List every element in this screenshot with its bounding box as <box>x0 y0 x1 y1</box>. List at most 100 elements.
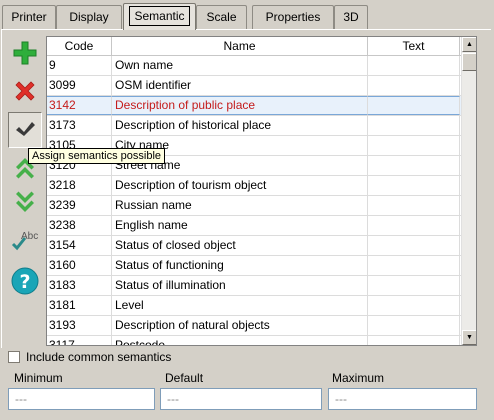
tab-printer[interactable]: Printer <box>2 5 56 29</box>
include-common-label: Include common semantics <box>26 350 172 364</box>
cell-text[interactable] <box>368 276 460 295</box>
cell-text[interactable] <box>368 196 460 215</box>
table-row[interactable]: 3183 Status of illumination <box>47 276 461 296</box>
tab-semantic[interactable]: Semantic <box>123 3 196 30</box>
minimum-field[interactable]: --- <box>8 388 155 410</box>
cell-text[interactable] <box>368 296 460 315</box>
include-common-semantics[interactable]: Include common semantics <box>8 349 171 365</box>
grid-body: 9 Own name 3099 OSM identifier 3142 Descrip… <box>47 56 461 345</box>
table-row[interactable]: 3099 OSM identifier <box>47 76 461 96</box>
table-row[interactable]: 3154 Status of closed object <box>47 236 461 256</box>
cell-text[interactable] <box>368 336 460 345</box>
table-row-selected[interactable]: 3142 Description of public place <box>47 96 461 116</box>
move-down-button[interactable] <box>8 188 42 220</box>
add-semantic-button[interactable] <box>8 38 42 70</box>
cell-name: Description of natural objects <box>112 316 368 335</box>
assign-semantics-tooltip: Assign semantics possible <box>28 148 166 164</box>
cell-text[interactable] <box>368 96 460 115</box>
scroll-thumb[interactable] <box>462 53 476 71</box>
cell-text[interactable] <box>368 56 460 75</box>
spell-check-button[interactable]: Abc <box>8 226 42 258</box>
cell-name: English name <box>112 216 368 235</box>
cell-code: 3181 <box>47 296 112 315</box>
cell-text[interactable] <box>368 176 460 195</box>
cell-code: 3142 <box>47 96 112 115</box>
cell-name: Status of closed object <box>112 236 368 255</box>
cell-code: 3183 <box>47 276 112 295</box>
cell-code: 3238 <box>47 216 112 235</box>
include-common-checkbox[interactable] <box>8 351 20 363</box>
scroll-up-button[interactable]: ▲ <box>462 37 476 52</box>
tab-display-label: Display <box>69 10 109 24</box>
default-label: Default <box>165 371 204 385</box>
grid-header: Code Name Text <box>47 37 461 56</box>
cell-code: 3173 <box>47 116 112 135</box>
double-chevron-down-icon <box>13 191 37 218</box>
minimum-label: Minimum <box>14 371 63 385</box>
cell-name: Description of tourism object <box>112 176 368 195</box>
cell-code: 3239 <box>47 196 112 215</box>
cell-name: OSM identifier <box>112 76 368 95</box>
tab-printer-label: Printer <box>11 10 47 24</box>
cell-name: Status of functioning <box>112 256 368 275</box>
cell-name: Russian name <box>112 196 368 215</box>
table-row[interactable]: 9 Own name <box>47 56 461 76</box>
table-row[interactable]: 3193 Description of natural objects <box>47 316 461 336</box>
scroll-down-button[interactable]: ▼ <box>462 330 476 345</box>
checkmark-icon <box>14 119 36 142</box>
cell-name: Description of historical place <box>112 116 368 135</box>
cell-code: 9 <box>47 56 112 75</box>
default-field[interactable]: --- <box>160 388 322 410</box>
cell-name: Level <box>112 296 368 315</box>
tab-properties-label: Properties <box>265 10 321 24</box>
help-button[interactable]: ? <box>8 266 42 298</box>
cell-text[interactable] <box>368 316 460 335</box>
cell-code: 3160 <box>47 256 112 275</box>
table-row[interactable]: 3218 Description of tourism object <box>47 176 461 196</box>
cell-name: Postcode <box>112 336 368 345</box>
table-row[interactable]: 3181 Level <box>47 296 461 316</box>
cell-text[interactable] <box>368 76 460 95</box>
cell-code: 3193 <box>47 316 112 335</box>
tab-properties[interactable]: Properties <box>252 5 334 29</box>
cell-code: 3099 <box>47 76 112 95</box>
cell-text[interactable] <box>368 236 460 255</box>
cell-name: Own name <box>112 56 368 75</box>
tab-3d-label: 3D <box>343 10 359 24</box>
cell-code: 3117 <box>47 336 112 345</box>
vertical-scrollbar[interactable]: ▲ ▼ <box>461 37 476 345</box>
tab-3d[interactable]: 3D <box>334 5 368 29</box>
cell-text[interactable] <box>368 216 460 235</box>
cell-name: Description of public place <box>112 96 368 115</box>
cell-code: 3154 <box>47 236 112 255</box>
table-row[interactable]: 3239 Russian name <box>47 196 461 216</box>
semantics-grid: Code Name Text 9 Own name 3099 OSM identif… <box>46 36 477 346</box>
arrow-down-icon: ▼ <box>466 334 473 341</box>
delete-semantic-button[interactable] <box>8 76 42 108</box>
table-row[interactable]: 3238 English name <box>47 216 461 236</box>
assign-semantics-button[interactable] <box>8 112 42 148</box>
cell-text[interactable] <box>368 256 460 275</box>
column-header-name[interactable]: Name <box>112 37 368 55</box>
abc-spellcheck-icon: Abc <box>11 228 39 257</box>
tab-bar: Printer Display Semantic Scale Propertie… <box>0 0 494 30</box>
cell-text[interactable] <box>368 116 460 135</box>
maximum-label: Maximum <box>332 371 385 385</box>
tab-scale-label: Scale <box>206 10 237 24</box>
column-header-text[interactable]: Text <box>368 37 460 55</box>
svg-text:?: ? <box>19 271 30 293</box>
cell-text[interactable] <box>368 156 460 175</box>
cell-text[interactable] <box>368 136 460 155</box>
table-row[interactable]: 3173 Description of historical place <box>47 116 461 136</box>
table-row[interactable]: 3117 Postcode <box>47 336 461 345</box>
plus-icon <box>12 40 38 69</box>
maximum-field[interactable]: --- <box>328 388 477 410</box>
help-icon: ? <box>11 267 39 298</box>
table-row[interactable]: 3160 Status of functioning <box>47 256 461 276</box>
cell-name: Status of illumination <box>112 276 368 295</box>
red-cross-icon <box>13 79 37 106</box>
tab-display[interactable]: Display <box>56 5 122 29</box>
column-header-code[interactable]: Code <box>47 37 112 55</box>
tab-scale[interactable]: Scale <box>196 5 247 29</box>
arrow-up-icon: ▲ <box>466 41 473 48</box>
